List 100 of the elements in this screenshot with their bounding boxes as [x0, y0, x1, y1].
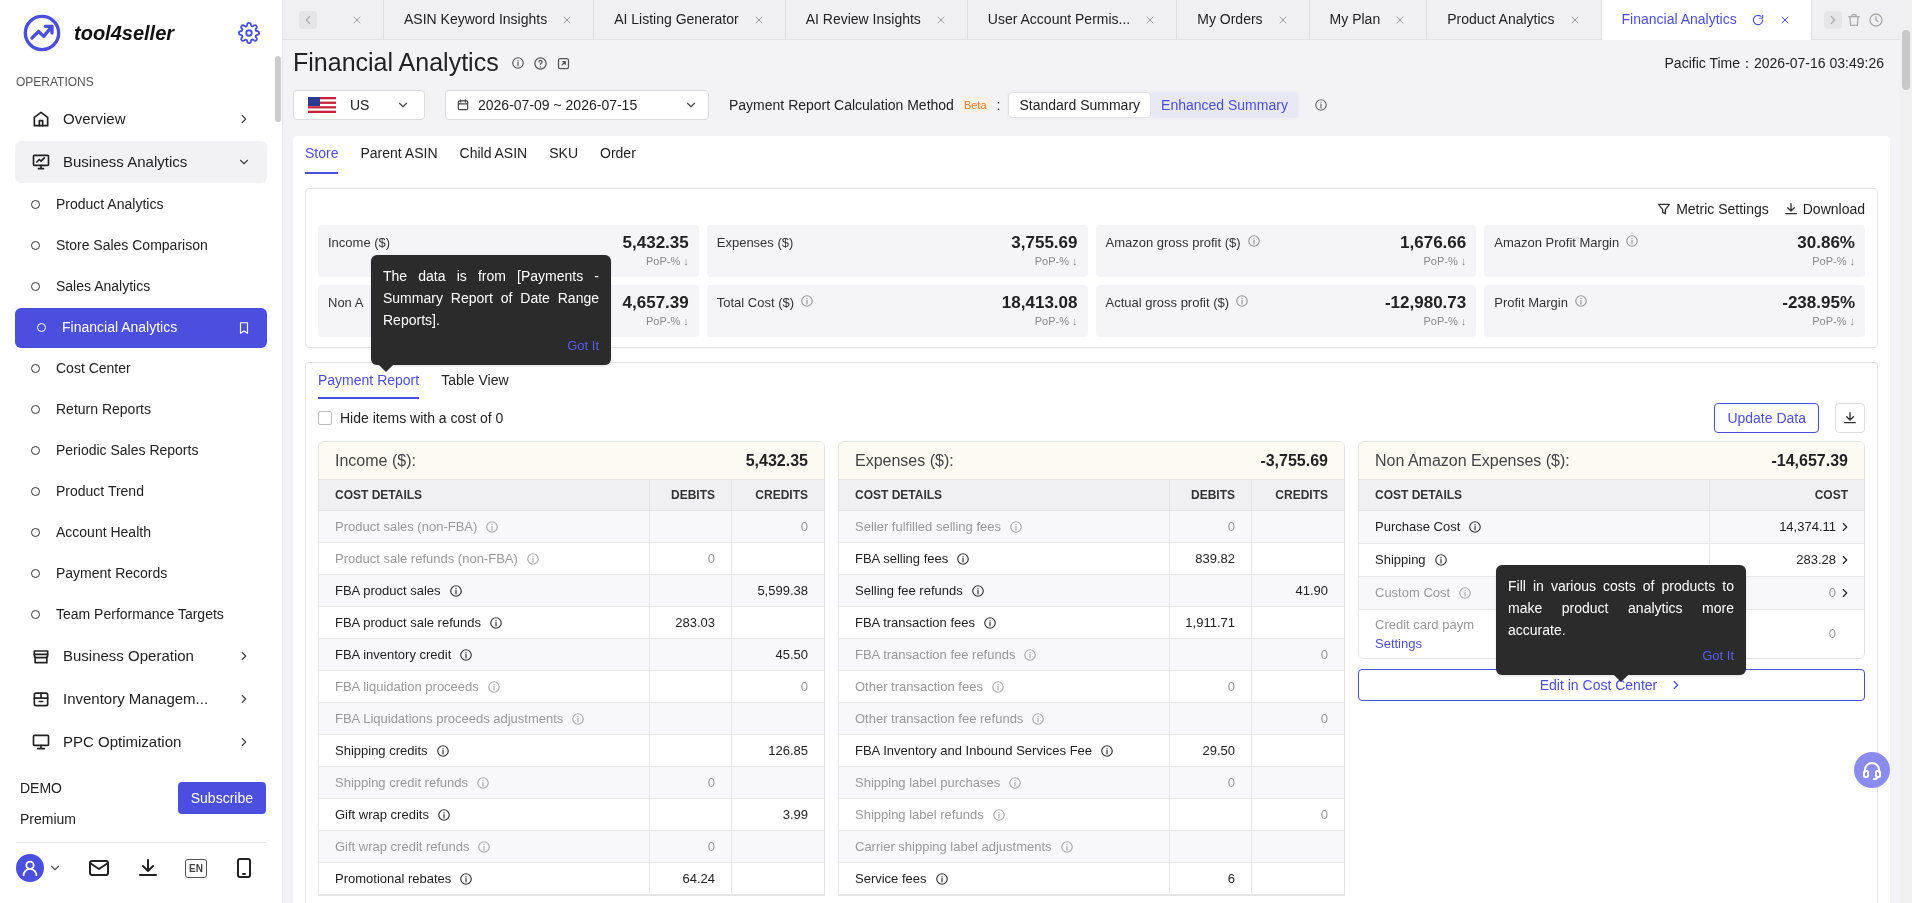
nav-group[interactable]: PPC Optimization: [15, 721, 267, 763]
table-cell-text: 0: [1828, 584, 1836, 603]
tooltip-text: The data is from [Payments - Summary Report of Date Range Reports].: [383, 267, 599, 330]
view-tab[interactable]: Parent ASIN: [360, 143, 438, 174]
table-cell: 126.85: [731, 735, 824, 767]
download-icon: [1782, 201, 1799, 217]
update-data-button[interactable]: Update Data: [1714, 403, 1819, 433]
nav-group[interactable]: Business Analytics: [15, 141, 267, 183]
metric-value: 30.86%: [1797, 233, 1855, 253]
export-button[interactable]: [1835, 403, 1865, 433]
metric-value: 5,432.35: [622, 233, 689, 253]
nav-item[interactable]: Cost Center: [15, 348, 267, 389]
metric-settings-button[interactable]: Metric Settings: [1656, 198, 1769, 220]
nav-item[interactable]: Store Sales Comparison: [15, 225, 267, 266]
pop-change: PoP-% ↓: [1812, 254, 1855, 269]
metric-label: Total Cost ($): [716, 294, 795, 312]
row-label: FBA product sale refunds: [335, 613, 481, 632]
page-title: Financial Analytics: [293, 47, 499, 79]
page-tab[interactable]: AI Review Insights: [785, 0, 968, 40]
page-tab[interactable]: Financial Analytics: [1601, 0, 1812, 40]
info-icon: [934, 871, 949, 886]
column-header: COST DETAILS: [319, 480, 649, 511]
page-tab[interactable]: Product Analytics: [1427, 0, 1602, 40]
table-cell: 0: [731, 511, 824, 543]
info-icon: [1008, 519, 1023, 534]
edit-cost-center-button[interactable]: Edit in Cost Center: [1358, 669, 1865, 701]
table-cell-text: 14,374.11: [1779, 518, 1836, 537]
settings-icon[interactable]: [238, 22, 260, 45]
row-label: Shipping credit refunds: [335, 773, 468, 792]
nav-group[interactable]: Inventory Managem...: [15, 678, 267, 720]
page-tab[interactable]: ASIN Keyword Insights: [384, 0, 595, 40]
table-cell: 0: [1251, 703, 1344, 735]
nav-item[interactable]: Product Analytics: [15, 184, 267, 225]
nav-item[interactable]: Team Performance Targets: [15, 594, 267, 635]
view-tab[interactable]: Child ASIN: [459, 143, 528, 174]
checkbox-label: Hide items with a cost of 0: [340, 408, 504, 428]
nav-item[interactable]: Account Health: [15, 512, 267, 553]
table-total: -14,657.39: [1771, 450, 1848, 471]
pop-change: PoP-% ↓: [1423, 254, 1467, 269]
method-option[interactable]: Enhanced Summary: [1151, 92, 1298, 118]
row-label: Other transaction fees: [855, 677, 983, 696]
info-icon: [571, 711, 586, 726]
metric-label: Non A: [328, 294, 364, 312]
info-icon: [800, 294, 815, 308]
info-icon: [448, 583, 463, 598]
nav-item[interactable]: Payment Records: [15, 553, 267, 594]
flag-icon: [308, 97, 336, 113]
table-cell-text: 0: [1828, 625, 1836, 644]
table-title: Income ($):: [335, 450, 416, 471]
scrollbar-thumb[interactable]: [1902, 30, 1910, 90]
info-icon: [1059, 839, 1074, 854]
page-tab[interactable]: User Account Permis...: [967, 0, 1178, 40]
table-cell: 29.50: [1169, 735, 1251, 767]
page-tab[interactable]: My Orders: [1177, 0, 1310, 40]
share-icon[interactable]: [555, 55, 571, 71]
nav-item[interactable]: Periodic Sales Reports: [15, 430, 267, 471]
page-tab[interactable]: My Plan: [1309, 0, 1428, 40]
refresh-icon[interactable]: [1750, 12, 1765, 27]
view-tab[interactable]: SKU: [549, 143, 578, 174]
row-label: Custom Cost: [1375, 584, 1451, 603]
scrollbar-thumb[interactable]: [275, 56, 281, 122]
nav-item[interactable]: Sales Analytics: [15, 266, 267, 307]
clock-icon[interactable]: [1868, 11, 1884, 28]
metric-value: -12,980.73: [1384, 293, 1467, 313]
tooltip-text: Fill in various costs of products to make product analytics more accurate.: [1508, 577, 1734, 640]
download-icon: [1842, 410, 1858, 426]
chevron-right-icon[interactable]: [1824, 10, 1842, 29]
view-tab[interactable]: Store: [305, 143, 339, 174]
info-icon: [525, 551, 540, 566]
info-icon: [1246, 234, 1261, 248]
metric-value: 3,755.69: [1011, 233, 1078, 253]
avatar-icon[interactable]: [16, 854, 44, 882]
subscribe-button[interactable]: Subscribe: [177, 782, 266, 814]
nav-item[interactable]: Product Trend: [15, 471, 267, 512]
info-icon: [1433, 553, 1448, 567]
language-button[interactable]: EN: [185, 858, 207, 878]
metric-label: Expenses ($): [716, 234, 794, 252]
page-tab[interactable]: AI Listing Generator: [594, 0, 786, 40]
chevron-left-icon[interactable]: [299, 10, 317, 29]
nav-item[interactable]: Financial Analytics: [15, 307, 267, 348]
table-title: Non Amazon Expenses ($):: [1375, 450, 1570, 471]
country-select[interactable]: US: [293, 90, 425, 120]
table-total: 5,432.35: [745, 450, 808, 471]
help-icon[interactable]: [532, 55, 548, 71]
report-tab[interactable]: Table View: [441, 370, 509, 399]
report-tab[interactable]: Payment Report: [318, 370, 420, 399]
date-range-picker[interactable]: 2026-07-09 ~ 2026-07-15: [445, 90, 709, 120]
trash-icon[interactable]: [1846, 11, 1862, 28]
metric-label: Amazon gross profit ($): [1105, 234, 1241, 252]
row-label: FBA transaction fees: [855, 613, 975, 632]
presentation-chart-icon: [31, 152, 51, 172]
info-icon: [1235, 294, 1250, 308]
nav-group[interactable]: Overview: [15, 98, 267, 140]
method-option[interactable]: Standard Summary: [1008, 92, 1152, 118]
checkbox[interactable]: [318, 411, 332, 425]
nav-item[interactable]: Return Reports: [15, 389, 267, 430]
view-tab[interactable]: Order: [600, 143, 636, 174]
download-button[interactable]: Download: [1782, 198, 1865, 220]
nav-group[interactable]: Business Operation: [15, 635, 267, 677]
row-label: Service fees: [855, 869, 927, 888]
